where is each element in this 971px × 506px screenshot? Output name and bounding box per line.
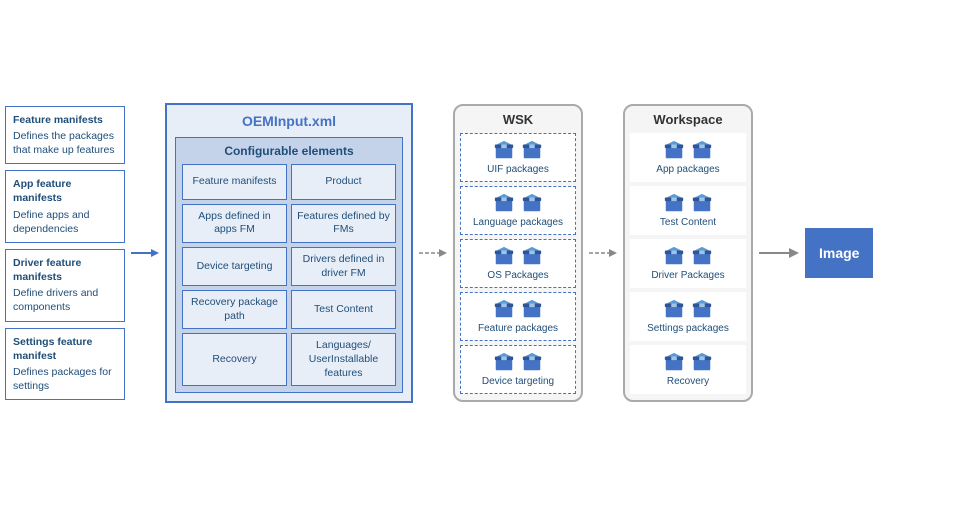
ws-box-icon-1 [663,139,685,161]
box-icon-5 [493,245,515,267]
wsk-feature-packages: Feature packages [460,292,576,341]
oem-cell-drivers-fm: Drivers defined in driver FM [291,247,396,286]
ws-recovery-label: Recovery [667,376,709,388]
ws-box-icon-2 [691,139,713,161]
oem-cell-apps-fm: Apps defined in apps FM [182,204,287,243]
box-icon-1 [493,139,515,161]
ws-box-icon-7 [663,298,685,320]
sidebar-settings-manifest-desc: Defines packages for settings [13,366,112,392]
ws-box-icon-3 [663,192,685,214]
diagram-container: Feature manifests Defines the packages t… [0,0,971,506]
arrow-workspace-to-image [759,243,799,263]
image-box: Image [805,228,873,278]
wsk-lang-label: Language packages [473,217,563,229]
left-sidebar: Feature manifests Defines the packages t… [5,106,125,401]
wsk-feature-icons [493,298,543,320]
wsk-uif-label: UIF packages [487,164,549,176]
oem-cell-recovery: Recovery [182,333,287,386]
sidebar-settings-manifest-title: Settings feature manifest [13,335,117,363]
ws-box-icon-4 [691,192,713,214]
wsk-language-packages: Language packages [460,186,576,235]
ws-settings-icons [663,298,713,320]
sidebar-feature-manifests-title: Feature manifests [13,113,117,127]
arrow-wsk-to-workspace [589,245,617,261]
oem-input-box: OEMInput.xml Configurable elements Featu… [165,103,413,404]
oem-inner-box: Configurable elements Feature manifests … [175,137,403,394]
wsk-os-icons [493,245,543,267]
oem-cell-product: Product [291,164,396,200]
sidebar-item-settings-feature-manifest: Settings feature manifest Defines packag… [5,328,125,401]
wsk-device-icons [493,351,543,373]
box-icon-9 [493,351,515,373]
workspace-column: Workspace App packages [623,104,753,402]
workspace-title: Workspace [630,112,746,127]
workspace-test-content: Test Content [630,186,746,235]
ws-box-icon-10 [691,351,713,373]
ws-box-icon-9 [663,351,685,373]
wsk-lang-icons [493,192,543,214]
ws-app-label: App packages [656,164,719,176]
wsk-os-label: OS Packages [487,270,548,282]
ws-box-icon-8 [691,298,713,320]
ws-app-icons [663,139,713,161]
oem-cell-feature-manifests: Feature manifests [182,164,287,200]
sidebar-item-app-feature-manifests: App feature manifests Define apps and de… [5,170,125,243]
wsk-os-packages: OS Packages [460,239,576,288]
arrow-oem-to-wsk [419,245,447,261]
sidebar-app-manifests-desc: Define apps and dependencies [13,209,89,235]
workspace-app-packages: App packages [630,133,746,182]
ws-driver-label: Driver Packages [651,270,724,282]
ws-box-icon-6 [691,245,713,267]
sidebar-feature-manifests-desc: Defines the packages that make up featur… [13,130,115,156]
workspace-driver-packages: Driver Packages [630,239,746,288]
box-icon-10 [521,351,543,373]
ws-driver-icons [663,245,713,267]
image-label: Image [819,245,859,261]
ws-box-icon-5 [663,245,685,267]
oem-cell-device-targeting: Device targeting [182,247,287,286]
wsk-uif-packages: UIF packages [460,133,576,182]
oem-cell-test-content: Test Content [291,290,396,329]
workspace-settings-packages: Settings packages [630,292,746,341]
oem-cell-recovery-path: Recovery package path [182,290,287,329]
sidebar-app-manifests-title: App feature manifests [13,177,117,205]
wsk-device-targeting: Device targeting [460,345,576,394]
box-icon-6 [521,245,543,267]
box-icon-8 [521,298,543,320]
oem-cell-languages: Languages/ UserInstallable features [291,333,396,386]
box-icon-7 [493,298,515,320]
wsk-device-label: Device targeting [482,376,554,388]
wsk-feature-label: Feature packages [478,323,558,335]
sidebar-item-feature-manifests: Feature manifests Defines the packages t… [5,106,125,165]
oem-cell-features-fms: Features defined by FMs [291,204,396,243]
wsk-uif-icons [493,139,543,161]
wsk-column: WSK UIF packages [453,104,583,402]
sidebar-item-driver-feature-manifests: Driver feature manifests Define drivers … [5,249,125,322]
ws-test-icons [663,192,713,214]
sidebar-driver-manifests-title: Driver feature manifests [13,256,117,284]
box-icon-4 [521,192,543,214]
oem-grid: Feature manifests Product Apps defined i… [182,164,396,387]
oem-title: OEMInput.xml [242,113,336,129]
box-icon-3 [493,192,515,214]
wsk-title: WSK [460,112,576,127]
ws-recovery-icons [663,351,713,373]
box-icon-2 [521,139,543,161]
arrow-sidebar-to-oem [131,245,159,261]
workspace-recovery: Recovery [630,345,746,394]
sidebar-driver-manifests-desc: Define drivers and components [13,287,98,313]
ws-settings-label: Settings packages [647,323,729,335]
oem-inner-title: Configurable elements [182,144,396,158]
ws-test-label: Test Content [660,217,716,229]
